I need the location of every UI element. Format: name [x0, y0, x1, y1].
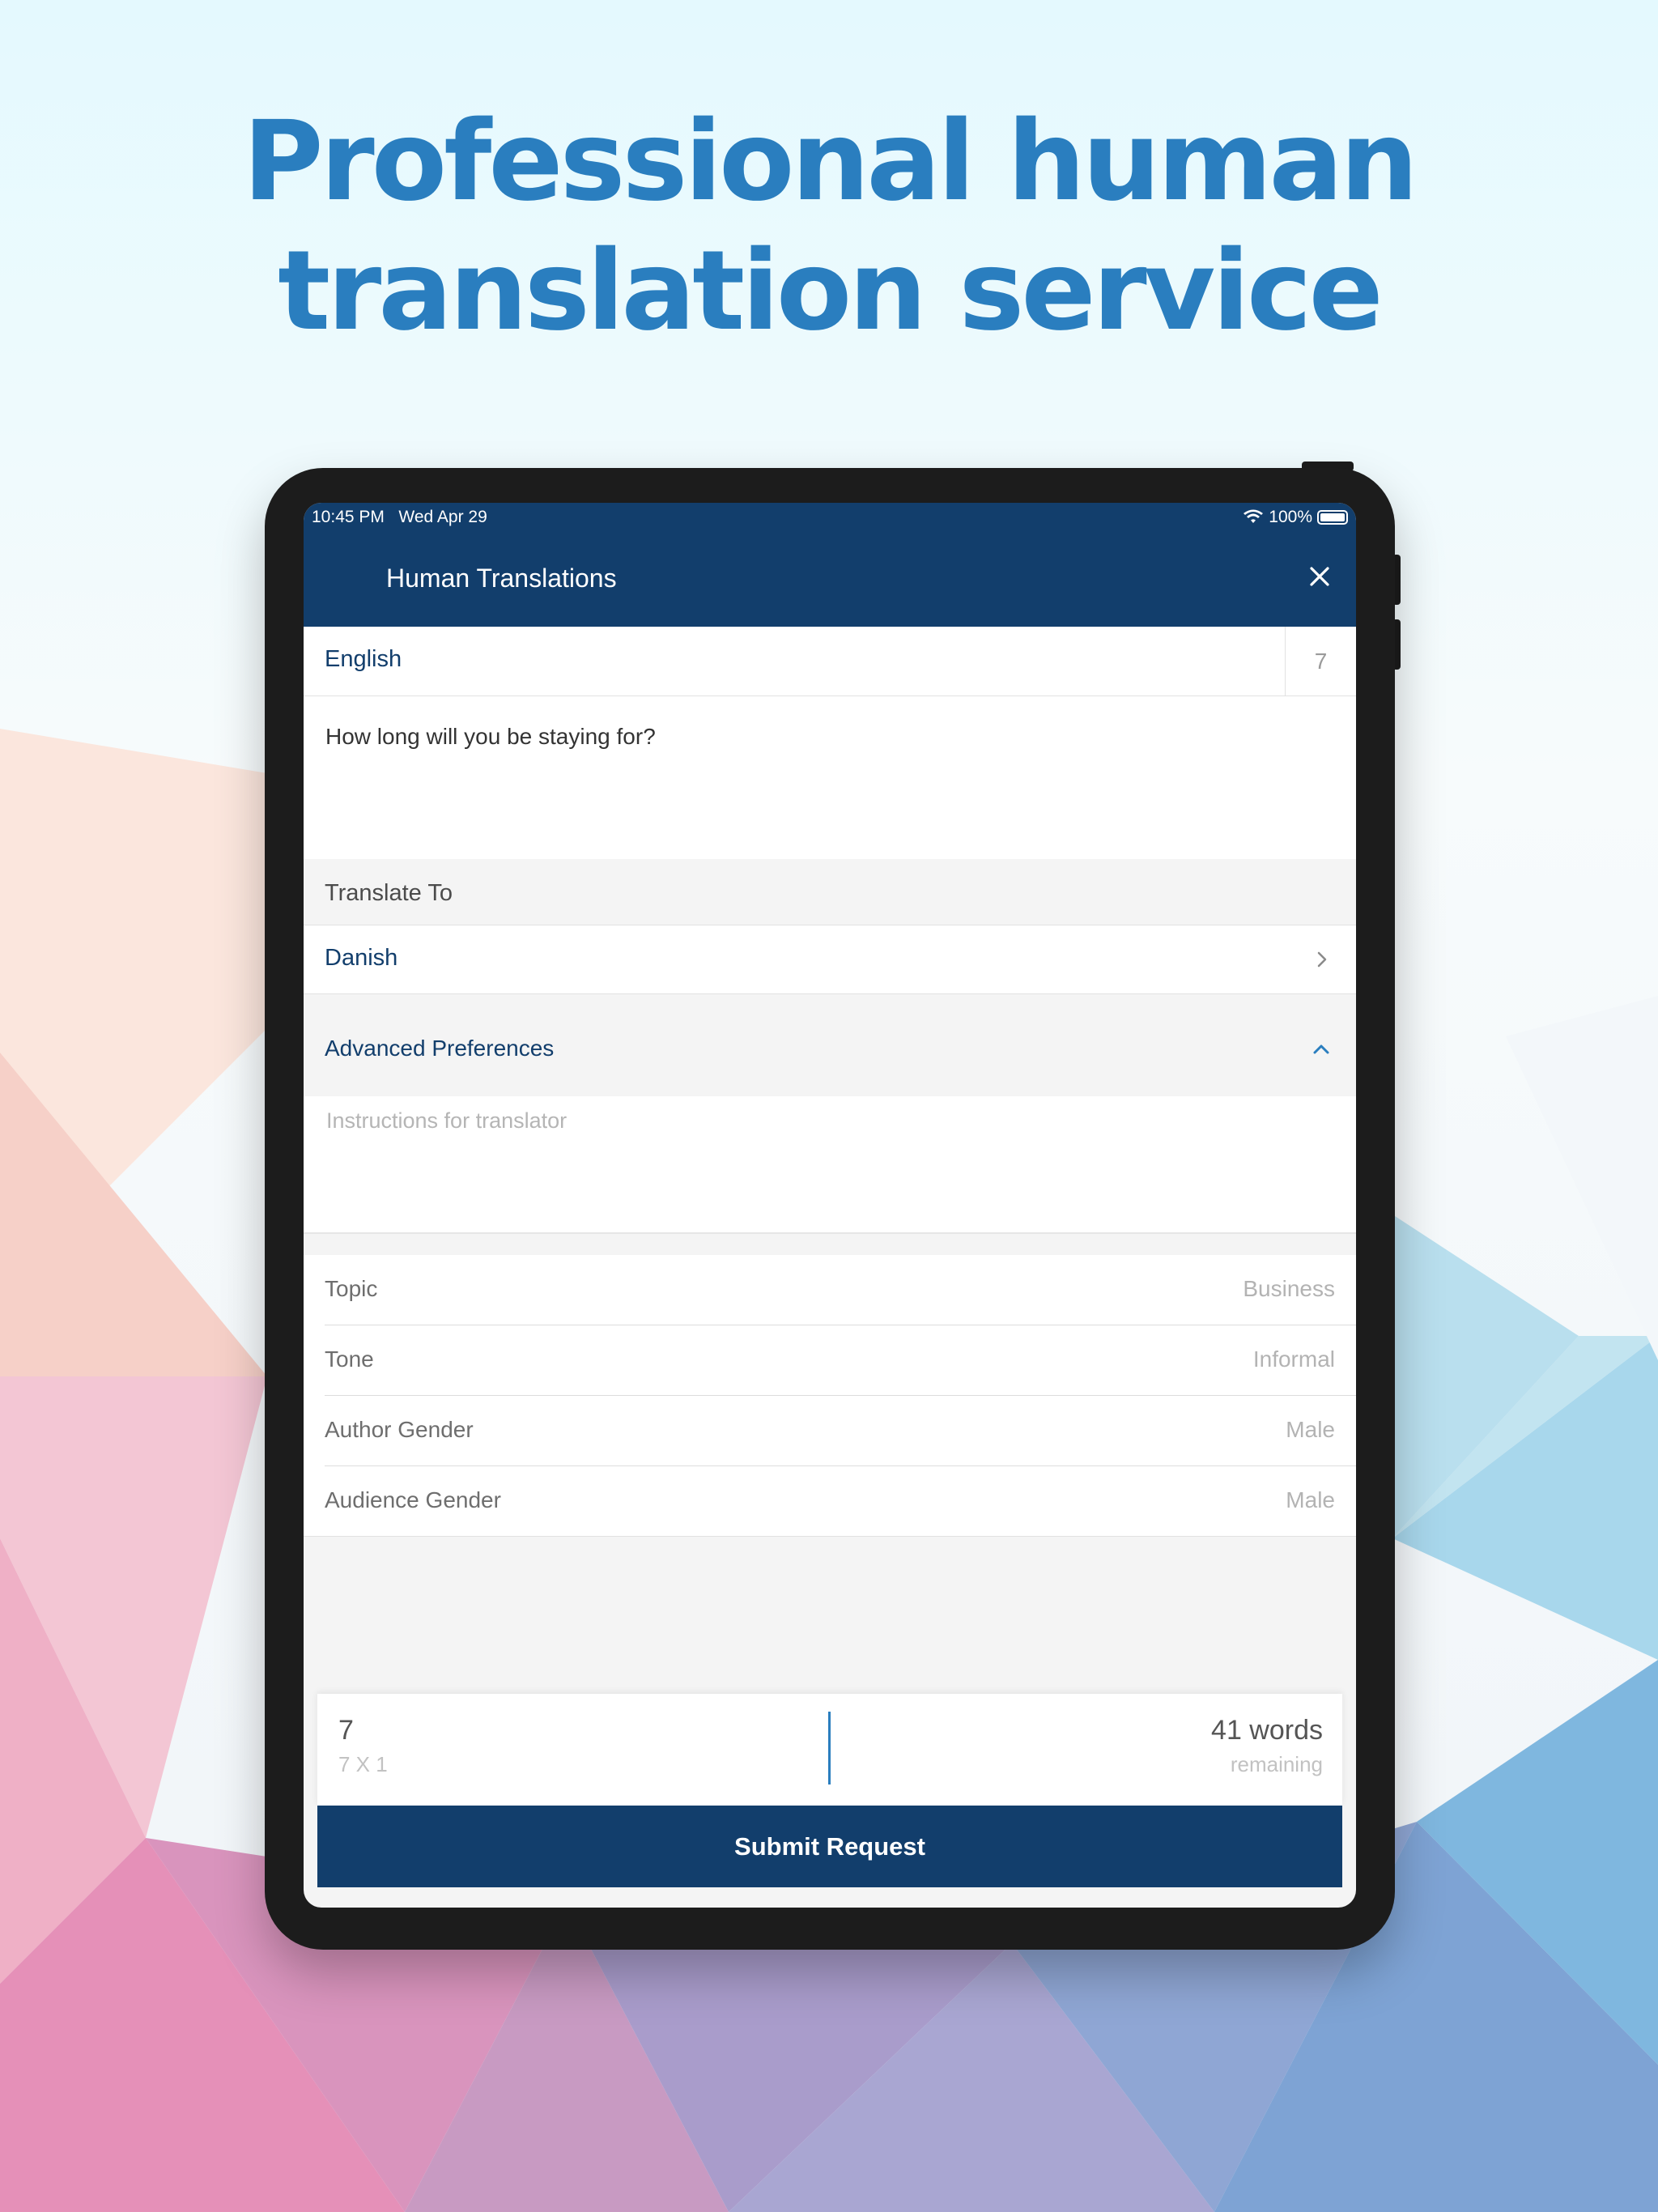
chevron-up-icon[interactable] [1311, 1039, 1332, 1060]
target-language-row[interactable]: Danish [304, 925, 1356, 994]
status-date: Wed Apr 29 [398, 508, 487, 526]
summary-formula: 7 X 1 [338, 1752, 388, 1776]
battery-icon [1317, 510, 1348, 525]
words-remaining-count: 41 words [1211, 1715, 1323, 1746]
headline-line-1: Professional human [242, 98, 1418, 226]
chevron-right-icon [1317, 951, 1327, 968]
preference-value: Business [1243, 1276, 1335, 1301]
close-icon[interactable] [1307, 564, 1332, 589]
preference-row-topic[interactable]: Topic Business [325, 1255, 1356, 1325]
headline: Professional human translation service [0, 97, 1658, 356]
summary-card: 7 7 X 1 41 words remaining [317, 1694, 1342, 1806]
preference-value: Male [1286, 1487, 1335, 1512]
source-text[interactable]: How long will you be staying for? [325, 724, 656, 750]
source-word-count: 7 [1285, 627, 1356, 696]
wifi-icon [1244, 509, 1264, 523]
headline-line-2: translation service [278, 228, 1384, 355]
status-time: 10:45 PM [312, 508, 385, 526]
preference-row-tone[interactable]: Tone Informal [325, 1325, 1356, 1396]
tablet-screen: 10:45 PM Wed Apr 29 100% Human Translati… [304, 503, 1356, 1908]
preference-row-audience-gender[interactable]: Audience Gender Male [325, 1466, 1356, 1536]
instructions-input[interactable] [325, 1108, 1332, 1134]
words-remaining-label: remaining [1230, 1752, 1323, 1776]
status-bar-time: 10:45 PM Wed Apr 29 [312, 508, 487, 527]
preference-name: Tone [325, 1346, 374, 1372]
submit-request-button[interactable]: Submit Request [317, 1806, 1342, 1887]
source-text-area[interactable]: How long will you be staying for? [304, 696, 1356, 859]
source-language[interactable]: English [325, 646, 402, 673]
page-title: Human Translations [386, 564, 617, 593]
preference-value: Male [1286, 1417, 1335, 1442]
target-language: Danish [325, 945, 398, 971]
source-language-row[interactable]: English 7 [304, 627, 1356, 696]
status-bar-right: 100% [1243, 508, 1348, 527]
preference-name: Topic [325, 1276, 378, 1301]
advanced-preferences-label: Advanced Preferences [325, 1036, 555, 1061]
preference-value: Informal [1252, 1346, 1335, 1372]
instructions-area[interactable] [304, 1096, 1356, 1234]
app-header: 10:45 PM Wed Apr 29 100% Human Translati… [304, 503, 1356, 627]
advanced-preferences-toggle[interactable]: Advanced Preferences [304, 1005, 1356, 1094]
preference-name: Author Gender [325, 1417, 474, 1442]
summary-count: 7 [338, 1715, 354, 1746]
summary-divider [828, 1712, 831, 1784]
preferences-list: Topic Business Tone Informal Author Gend… [304, 1255, 1356, 1537]
preference-name: Audience Gender [325, 1487, 501, 1512]
preference-row-author-gender[interactable]: Author Gender Male [325, 1396, 1356, 1466]
translate-to-label: Translate To [325, 880, 453, 906]
battery-percent: 100% [1269, 508, 1312, 526]
